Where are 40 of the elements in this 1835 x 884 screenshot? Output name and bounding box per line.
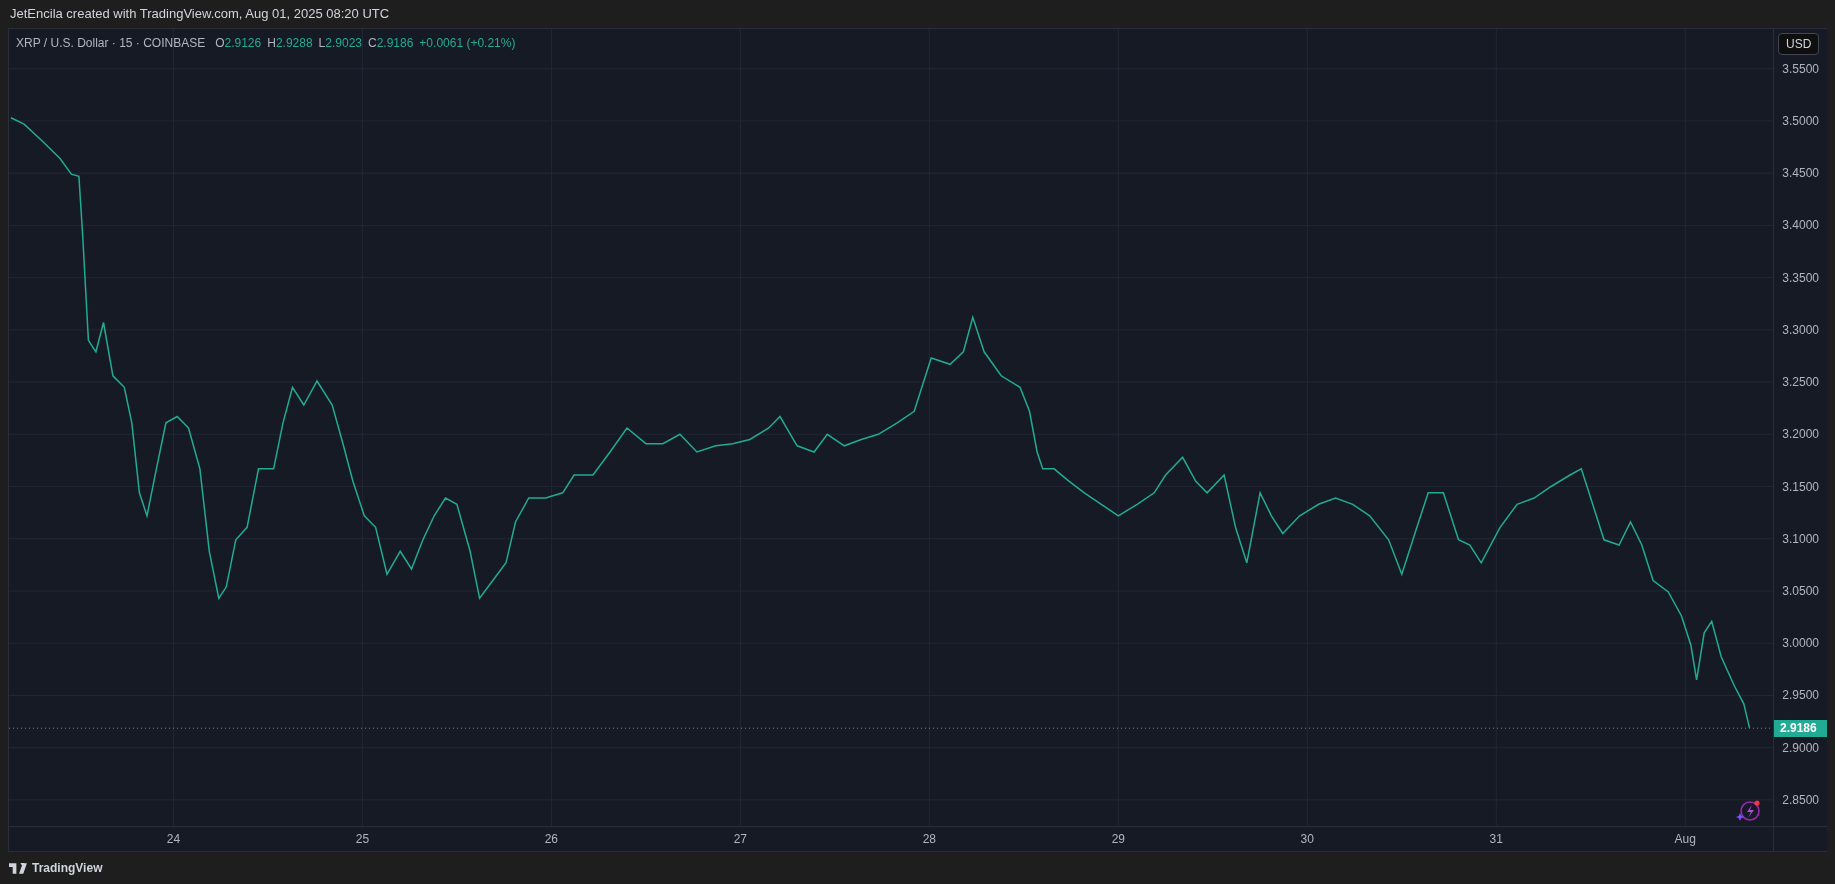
- ohlc-label: H: [267, 35, 276, 52]
- price-tick-label: 3.0000: [1782, 636, 1819, 651]
- last-price-label: 2.9186: [1774, 720, 1827, 738]
- time-tick-label: Aug: [1674, 832, 1696, 846]
- price-tick-label: 2.9000: [1782, 740, 1819, 755]
- ohlc-value: 2.9023: [325, 35, 362, 52]
- price-tick-label: 3.2000: [1782, 427, 1819, 442]
- brand-name: TradingView: [32, 860, 103, 877]
- price-change: +0.0061 (+0.21%): [419, 35, 516, 52]
- chart-caption: JetEncila created with TradingView.com, Aug 01, 2025 08:20 UTC: [10, 5, 390, 24]
- tradingview-logo-icon: [9, 862, 28, 874]
- time-tick-label: 25: [355, 832, 370, 846]
- time-tick-label: 24: [166, 832, 181, 846]
- price-tick-label: 3.2500: [1782, 375, 1819, 390]
- time-tick-label: 31: [1489, 832, 1503, 846]
- price-tick-label: 3.3500: [1782, 270, 1819, 285]
- price-tick-label: 3.4500: [1782, 166, 1819, 181]
- price-tick-label: 3.5500: [1782, 61, 1819, 76]
- price-tick-label: 3.5000: [1782, 113, 1819, 128]
- lightning-icon[interactable]: [1736, 799, 1762, 823]
- time-tick-label: 26: [544, 832, 559, 846]
- time-tick-label: 27: [733, 832, 747, 846]
- time-tick-label: 28: [922, 832, 936, 846]
- ohlc-label: O: [215, 35, 225, 52]
- ohlc-value: 2.9126: [224, 35, 262, 52]
- price-tick-label: 2.9500: [1782, 688, 1819, 703]
- ohlc-label: C: [368, 35, 377, 52]
- currency-button[interactable]: USD: [1778, 33, 1820, 55]
- price-tick-label: 3.4000: [1782, 218, 1819, 233]
- time-tick-label: 29: [1111, 832, 1125, 846]
- price-tick-label: 3.3000: [1782, 322, 1819, 337]
- ohlc-label: L: [318, 35, 326, 52]
- price-tick-label: 3.0500: [1782, 583, 1819, 598]
- ohlc-value: 2.9288: [275, 35, 313, 52]
- symbol-title: XRP / U.S. Dollar · 15 · COINBASE: [16, 35, 206, 52]
- price-tick-label: 3.1000: [1782, 531, 1819, 546]
- time-tick-label: 30: [1300, 832, 1314, 846]
- price-tick-label: 2.8500: [1782, 792, 1819, 807]
- price-tick-label: 3.1500: [1782, 479, 1819, 494]
- ohlc-value: 2.9186: [376, 35, 414, 52]
